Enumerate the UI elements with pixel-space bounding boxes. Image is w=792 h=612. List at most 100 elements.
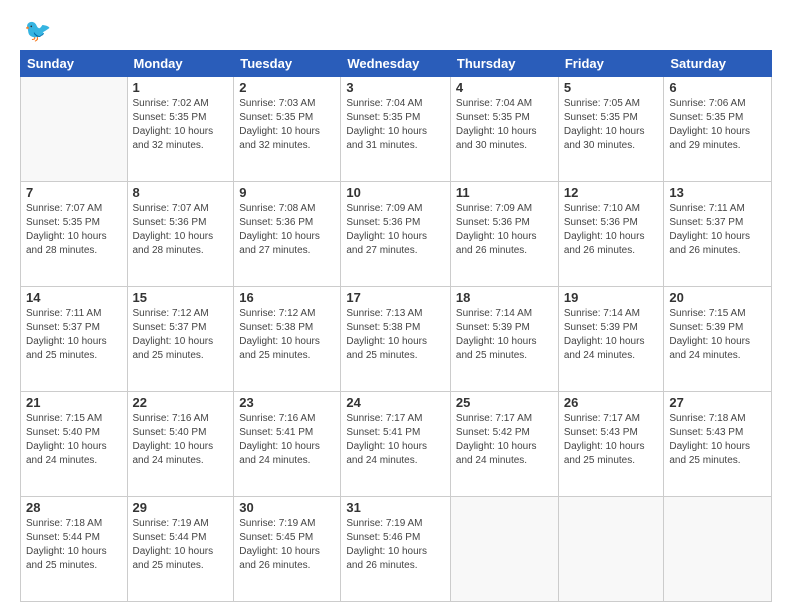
calendar-cell: 19 Sunrise: 7:14 AMSunset: 5:39 PMDayligh…	[558, 287, 664, 392]
day-info: Sunrise: 7:15 AMSunset: 5:40 PMDaylight:…	[26, 412, 122, 468]
weekday-header: Monday	[127, 51, 234, 77]
day-number: 28	[26, 500, 122, 515]
day-info: Sunrise: 7:07 AMSunset: 5:36 PMDaylight:…	[133, 202, 229, 258]
day-info: Sunrise: 7:17 AMSunset: 5:43 PMDaylight:…	[564, 412, 659, 468]
day-number: 17	[346, 290, 445, 305]
day-info: Sunrise: 7:17 AMSunset: 5:42 PMDaylight:…	[456, 412, 553, 468]
calendar-cell: 30Sunrise: 7:19 AMSunset: 5:45 PMDayligh…	[234, 497, 341, 602]
weekday-header: Sunday	[21, 51, 128, 77]
day-number: 2	[239, 80, 335, 95]
day-number: 10	[346, 185, 445, 200]
calendar-header-row: SundayMondayTuesdayWednesdayThursdayFrid…	[21, 51, 772, 77]
weekday-header: Friday	[558, 51, 664, 77]
weekday-header: Saturday	[664, 51, 772, 77]
day-info: Sunrise: 7:15 AMSunset: 5:39 PMDaylight:…	[669, 307, 766, 363]
calendar-cell: 11 Sunrise: 7:09 AMSunset: 5:36 PMDayligh…	[450, 182, 558, 287]
calendar-cell: 9 Sunrise: 7:08 AMSunset: 5:36 PMDaylight…	[234, 182, 341, 287]
day-number: 9	[239, 185, 335, 200]
calendar-cell: 18 Sunrise: 7:14 AMSunset: 5:39 PMDayligh…	[450, 287, 558, 392]
day-info: Sunrise: 7:03 AMSunset: 5:35 PMDaylight:…	[239, 97, 335, 153]
day-number: 15	[133, 290, 229, 305]
calendar-cell: 22 Sunrise: 7:16 AMSunset: 5:40 PMDayligh…	[127, 392, 234, 497]
calendar-cell: 1Sunrise: 7:02 AMSunset: 5:35 PMDaylight…	[127, 77, 234, 182]
calendar-cell: 4 Sunrise: 7:04 AMSunset: 5:35 PMDaylight…	[450, 77, 558, 182]
day-info: Sunrise: 7:14 AMSunset: 5:39 PMDaylight:…	[456, 307, 553, 363]
day-info: Sunrise: 7:18 AMSunset: 5:44 PMDaylight:…	[26, 517, 122, 573]
day-number: 11	[456, 185, 553, 200]
day-number: 4	[456, 80, 553, 95]
day-info: Sunrise: 7:09 AMSunset: 5:36 PMDaylight:…	[456, 202, 553, 258]
day-number: 20	[669, 290, 766, 305]
calendar-cell	[664, 497, 772, 602]
weekday-header: Tuesday	[234, 51, 341, 77]
calendar-cell: 29 Sunrise: 7:19 AMSunset: 5:44 PMDayligh…	[127, 497, 234, 602]
day-info: Sunrise: 7:07 AMSunset: 5:35 PMDaylight:…	[26, 202, 122, 258]
day-number: 31	[346, 500, 445, 515]
calendar-cell: 2 Sunrise: 7:03 AMSunset: 5:35 PMDaylight…	[234, 77, 341, 182]
calendar-cell: 27 Sunrise: 7:18 AMSunset: 5:43 PMDayligh…	[664, 392, 772, 497]
day-number: 7	[26, 185, 122, 200]
day-number: 5	[564, 80, 659, 95]
day-number: 6	[669, 80, 766, 95]
day-info: Sunrise: 7:16 AMSunset: 5:41 PMDaylight:…	[239, 412, 335, 468]
calendar-cell: 10 Sunrise: 7:09 AMSunset: 5:36 PMDayligh…	[341, 182, 451, 287]
calendar-cell: 26 Sunrise: 7:17 AMSunset: 5:43 PMDayligh…	[558, 392, 664, 497]
logo: 🐦	[20, 18, 51, 44]
day-number: 30	[239, 500, 335, 515]
calendar-week-row: 28 Sunrise: 7:18 AMSunset: 5:44 PMDayligh…	[21, 497, 772, 602]
calendar-cell: 7 Sunrise: 7:07 AMSunset: 5:35 PMDaylight…	[21, 182, 128, 287]
day-number: 29	[133, 500, 229, 515]
calendar-cell: 23 Sunrise: 7:16 AMSunset: 5:41 PMDayligh…	[234, 392, 341, 497]
day-info: Sunrise: 7:05 AMSunset: 5:35 PMDaylight:…	[564, 97, 659, 153]
calendar-cell: 24Sunrise: 7:17 AMSunset: 5:41 PMDayligh…	[341, 392, 451, 497]
calendar-cell: 21 Sunrise: 7:15 AMSunset: 5:40 PMDayligh…	[21, 392, 128, 497]
day-number: 19	[564, 290, 659, 305]
day-number: 25	[456, 395, 553, 410]
day-info: Sunrise: 7:14 AMSunset: 5:39 PMDaylight:…	[564, 307, 659, 363]
weekday-header: Wednesday	[341, 51, 451, 77]
day-info: Sunrise: 7:12 AMSunset: 5:37 PMDaylight:…	[133, 307, 229, 363]
calendar-table: SundayMondayTuesdayWednesdayThursdayFrid…	[20, 50, 772, 602]
day-number: 18	[456, 290, 553, 305]
calendar-cell	[450, 497, 558, 602]
calendar-cell: 25 Sunrise: 7:17 AMSunset: 5:42 PMDayligh…	[450, 392, 558, 497]
calendar-cell: 13Sunrise: 7:11 AMSunset: 5:37 PMDayligh…	[664, 182, 772, 287]
calendar-cell: 12 Sunrise: 7:10 AMSunset: 5:36 PMDayligh…	[558, 182, 664, 287]
day-info: Sunrise: 7:12 AMSunset: 5:38 PMDaylight:…	[239, 307, 335, 363]
day-info: Sunrise: 7:02 AMSunset: 5:35 PMDaylight:…	[133, 97, 229, 153]
day-info: Sunrise: 7:08 AMSunset: 5:36 PMDaylight:…	[239, 202, 335, 258]
day-info: Sunrise: 7:10 AMSunset: 5:36 PMDaylight:…	[564, 202, 659, 258]
day-info: Sunrise: 7:18 AMSunset: 5:43 PMDaylight:…	[669, 412, 766, 468]
day-number: 14	[26, 290, 122, 305]
day-number: 13	[669, 185, 766, 200]
day-number: 8	[133, 185, 229, 200]
day-info: Sunrise: 7:13 AMSunset: 5:38 PMDaylight:…	[346, 307, 445, 363]
day-number: 22	[133, 395, 229, 410]
day-number: 21	[26, 395, 122, 410]
weekday-header: Thursday	[450, 51, 558, 77]
calendar-cell	[21, 77, 128, 182]
day-info: Sunrise: 7:09 AMSunset: 5:36 PMDaylight:…	[346, 202, 445, 258]
calendar-cell: 3Sunrise: 7:04 AMSunset: 5:35 PMDaylight…	[341, 77, 451, 182]
day-info: Sunrise: 7:11 AMSunset: 5:37 PMDaylight:…	[26, 307, 122, 363]
calendar-week-row: 21 Sunrise: 7:15 AMSunset: 5:40 PMDayligh…	[21, 392, 772, 497]
day-info: Sunrise: 7:04 AMSunset: 5:35 PMDaylight:…	[456, 97, 553, 153]
calendar-week-row: 1Sunrise: 7:02 AMSunset: 5:35 PMDaylight…	[21, 77, 772, 182]
page: 🐦 SundayMondayTuesdayWednesdayThursdayFr…	[0, 0, 792, 612]
calendar-cell: 20 Sunrise: 7:15 AMSunset: 5:39 PMDayligh…	[664, 287, 772, 392]
calendar-cell: 5 Sunrise: 7:05 AMSunset: 5:35 PMDaylight…	[558, 77, 664, 182]
day-number: 12	[564, 185, 659, 200]
calendar-cell: 28 Sunrise: 7:18 AMSunset: 5:44 PMDayligh…	[21, 497, 128, 602]
calendar-cell: 15 Sunrise: 7:12 AMSunset: 5:37 PMDayligh…	[127, 287, 234, 392]
day-info: Sunrise: 7:17 AMSunset: 5:41 PMDaylight:…	[346, 412, 445, 468]
calendar-cell: 6Sunrise: 7:06 AMSunset: 5:35 PMDaylight…	[664, 77, 772, 182]
day-number: 3	[346, 80, 445, 95]
day-number: 26	[564, 395, 659, 410]
day-number: 27	[669, 395, 766, 410]
day-info: Sunrise: 7:16 AMSunset: 5:40 PMDaylight:…	[133, 412, 229, 468]
day-info: Sunrise: 7:19 AMSunset: 5:44 PMDaylight:…	[133, 517, 229, 573]
calendar-cell: 14 Sunrise: 7:11 AMSunset: 5:37 PMDayligh…	[21, 287, 128, 392]
logo-bird-icon: 🐦	[24, 18, 51, 44]
day-number: 23	[239, 395, 335, 410]
calendar-cell: 8 Sunrise: 7:07 AMSunset: 5:36 PMDaylight…	[127, 182, 234, 287]
